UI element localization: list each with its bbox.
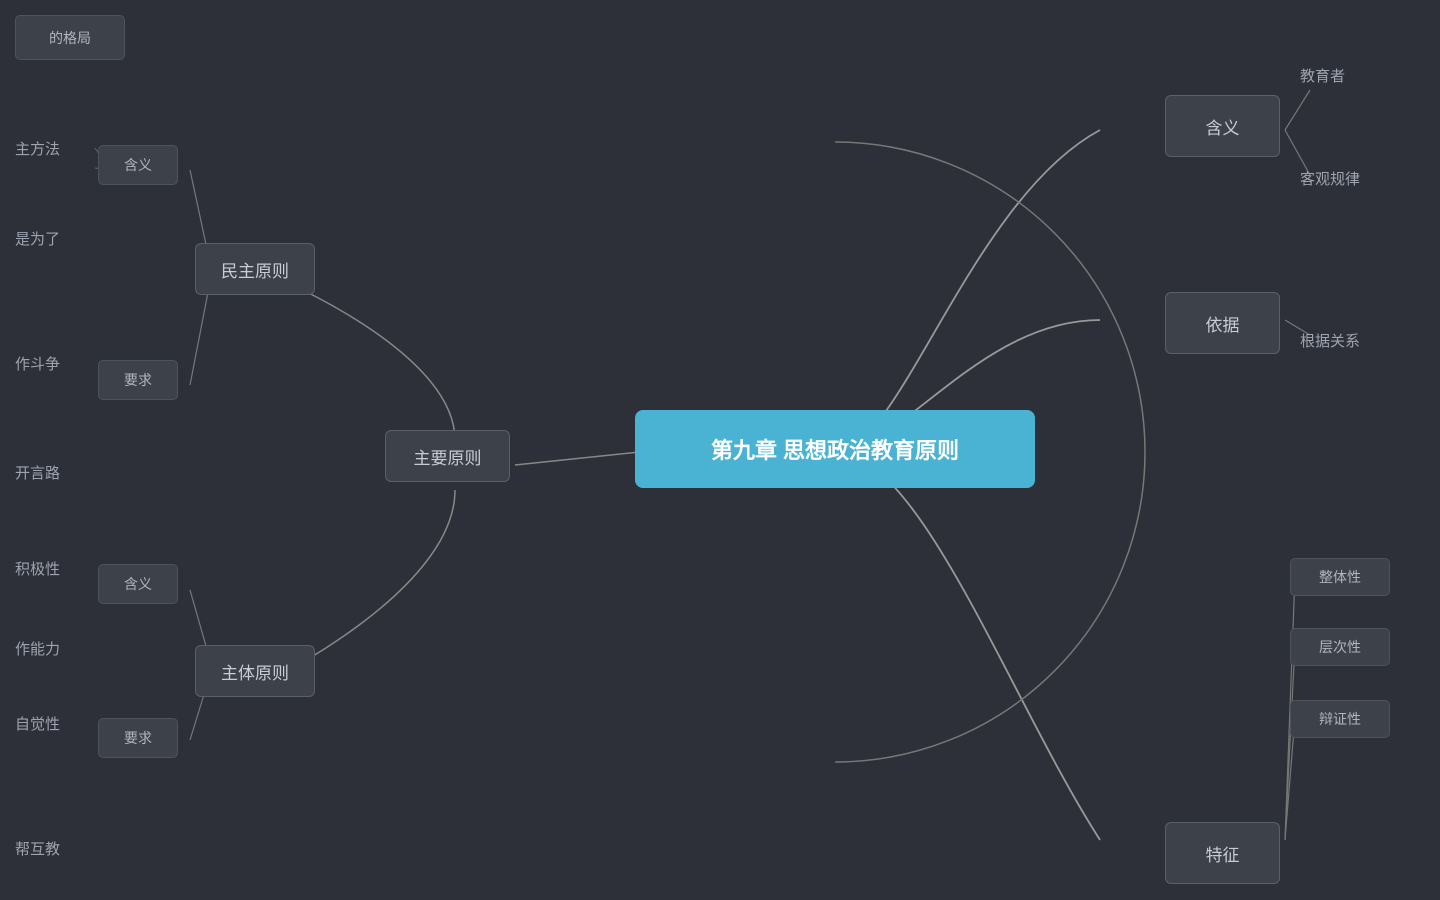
node-hanyi-bot: 含义 — [98, 564, 178, 604]
text-keguangyize: 客观规律 — [1300, 168, 1360, 189]
text-banghuijiao: 帮互教 — [15, 838, 60, 859]
node-zhutiyuanze: 主体原则 — [195, 645, 315, 697]
text-zuonnengli: 作能力 — [15, 638, 60, 659]
text-jiaoyuzhe: 教育者 — [1300, 65, 1345, 86]
node-bianzhenxing: 辩证性 — [1290, 700, 1390, 738]
text-zhufangfa: 主方法 — [15, 138, 60, 159]
node-minyuanze: 民主原则 — [195, 243, 315, 295]
text-kaiyanlu: 开言路 — [15, 462, 60, 483]
node-hanyi-top: 含义 — [98, 145, 178, 185]
text-zijuexing: 自觉性 — [15, 713, 60, 734]
node-yaoqiu-mid: 要求 — [98, 360, 178, 400]
text-zuodouzheng: 作斗争 — [15, 353, 60, 374]
node-center: 第九章 思想政治教育原则 — [635, 410, 1035, 488]
text-shiweil: 是为了 — [15, 228, 60, 249]
text-jijixing: 积极性 — [15, 558, 60, 579]
node-yaoqiu-bot: 要求 — [98, 718, 178, 758]
node-zhengtixing: 整体性 — [1290, 558, 1390, 596]
node-tezheng: 特征 — [1165, 822, 1280, 884]
node-cengcixing: 层次性 — [1290, 628, 1390, 666]
node-yiju: 依据 — [1165, 292, 1280, 354]
node-zhuyaoyuanze: 主要原则 — [385, 430, 510, 482]
node-gejv: 的格局 — [15, 15, 125, 60]
text-genjvguanxi: 根据关系 — [1300, 330, 1360, 351]
node-hanyi-right: 含义 — [1165, 95, 1280, 157]
